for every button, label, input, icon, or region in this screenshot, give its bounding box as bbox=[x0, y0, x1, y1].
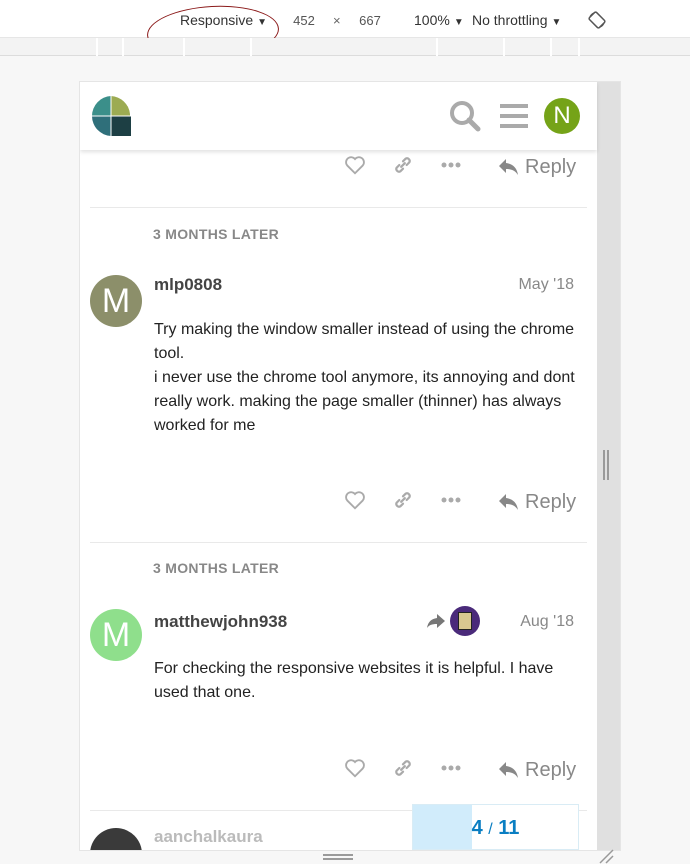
post-username[interactable]: matthewjohn938 bbox=[154, 612, 287, 632]
media-query-segment[interactable] bbox=[578, 38, 580, 56]
post-actions: Reply bbox=[80, 152, 620, 182]
post-date[interactable]: May '18 bbox=[518, 276, 574, 294]
reply-to-arrow-icon bbox=[427, 614, 445, 628]
progress-separator: / bbox=[488, 821, 493, 838]
zoom-select[interactable]: 100% ▼ bbox=[414, 12, 464, 28]
media-query-segment[interactable] bbox=[96, 38, 98, 56]
avatar[interactable]: M bbox=[90, 275, 142, 327]
media-query-segment[interactable] bbox=[436, 38, 438, 56]
media-query-segment[interactable] bbox=[250, 38, 252, 56]
time-gap-label: 3 MONTHS LATER bbox=[153, 560, 280, 576]
post-divider bbox=[90, 207, 587, 208]
progress-text: 4 / 11 bbox=[413, 817, 578, 840]
like-heart-icon[interactable] bbox=[344, 489, 366, 511]
device-label: Responsive bbox=[180, 12, 254, 28]
resize-corner-icon[interactable] bbox=[598, 848, 614, 864]
progress-current: 4 bbox=[471, 817, 483, 839]
width-input[interactable]: 452 bbox=[283, 8, 325, 32]
post-body: Try making the window smaller instead of… bbox=[154, 318, 584, 438]
reply-label: Reply bbox=[525, 155, 577, 178]
link-icon[interactable] bbox=[392, 154, 414, 176]
post-username[interactable]: mlp0808 bbox=[154, 275, 222, 295]
more-options-icon[interactable] bbox=[440, 761, 462, 775]
media-query-segment[interactable] bbox=[183, 38, 185, 56]
device-select[interactable]: Responsive ▼ bbox=[180, 12, 267, 28]
user-avatar[interactable]: N bbox=[544, 98, 580, 134]
post-divider bbox=[90, 542, 587, 543]
height-input[interactable]: 667 bbox=[349, 8, 391, 32]
search-icon[interactable] bbox=[449, 100, 481, 132]
reply-to-avatar[interactable] bbox=[450, 606, 480, 636]
like-heart-icon[interactable] bbox=[344, 154, 366, 176]
reply-label: Reply bbox=[525, 758, 577, 781]
media-query-segment[interactable] bbox=[122, 38, 124, 56]
devtools-device-toolbar: Responsive ▼ 452 × 667 100% ▼ No throttlin… bbox=[0, 0, 690, 38]
reply-to-indicator[interactable] bbox=[426, 606, 480, 636]
avatar[interactable]: M bbox=[90, 609, 142, 661]
more-options-icon[interactable] bbox=[440, 158, 462, 172]
throttling-label: No throttling bbox=[472, 12, 548, 28]
like-heart-icon[interactable] bbox=[344, 757, 366, 779]
media-query-segment[interactable] bbox=[503, 38, 505, 56]
more-options-icon[interactable] bbox=[440, 493, 462, 507]
rotate-icon[interactable] bbox=[588, 11, 606, 29]
reply-button[interactable]: Reply bbox=[497, 152, 576, 182]
post-paragraph: Try making the window smaller instead of… bbox=[154, 321, 575, 362]
link-icon[interactable] bbox=[392, 489, 414, 511]
reply-label: Reply bbox=[525, 490, 577, 513]
reply-arrow-icon bbox=[499, 494, 518, 510]
resize-handle-bottom[interactable] bbox=[323, 854, 353, 862]
site-logo[interactable] bbox=[90, 94, 132, 138]
chevron-down-icon: ▼ bbox=[453, 17, 464, 28]
media-query-bar[interactable] bbox=[0, 38, 690, 56]
time-gap-label: 3 MONTHS LATER bbox=[153, 226, 280, 242]
avatar[interactable] bbox=[90, 828, 142, 850]
post-paragraph: For checking the responsive websites it … bbox=[154, 660, 554, 701]
post-date[interactable]: Aug '18 bbox=[520, 613, 574, 631]
site-header: N bbox=[80, 82, 597, 150]
post-actions: Reply bbox=[80, 487, 620, 517]
post-body: For checking the responsive websites it … bbox=[154, 657, 584, 705]
resize-handle-right[interactable] bbox=[603, 450, 611, 480]
progress-total: 11 bbox=[498, 817, 520, 839]
post-username[interactable]: aanchalkaura bbox=[154, 827, 263, 847]
post-actions: Reply bbox=[80, 755, 620, 785]
throttling-select[interactable]: No throttling ▼ bbox=[472, 12, 561, 28]
chevron-down-icon: ▼ bbox=[257, 17, 268, 28]
reply-button[interactable]: Reply bbox=[497, 487, 576, 517]
hamburger-menu-icon[interactable] bbox=[500, 102, 528, 130]
media-query-segment[interactable] bbox=[550, 38, 552, 56]
chevron-down-icon: ▼ bbox=[551, 17, 562, 28]
link-icon[interactable] bbox=[392, 757, 414, 779]
reply-arrow-icon bbox=[499, 762, 518, 778]
topic-progress[interactable]: 4 / 11 bbox=[412, 804, 579, 850]
dimension-times: × bbox=[333, 13, 341, 28]
reply-arrow-icon bbox=[499, 159, 518, 175]
reply-button[interactable]: Reply bbox=[497, 755, 576, 785]
post-paragraph: i never use the chrome tool anymore, its… bbox=[154, 369, 575, 434]
emulated-viewport: N Reply 3 MONTHS LATER M mlp0808 May '18… bbox=[80, 82, 620, 850]
zoom-label: 100% bbox=[414, 12, 450, 28]
